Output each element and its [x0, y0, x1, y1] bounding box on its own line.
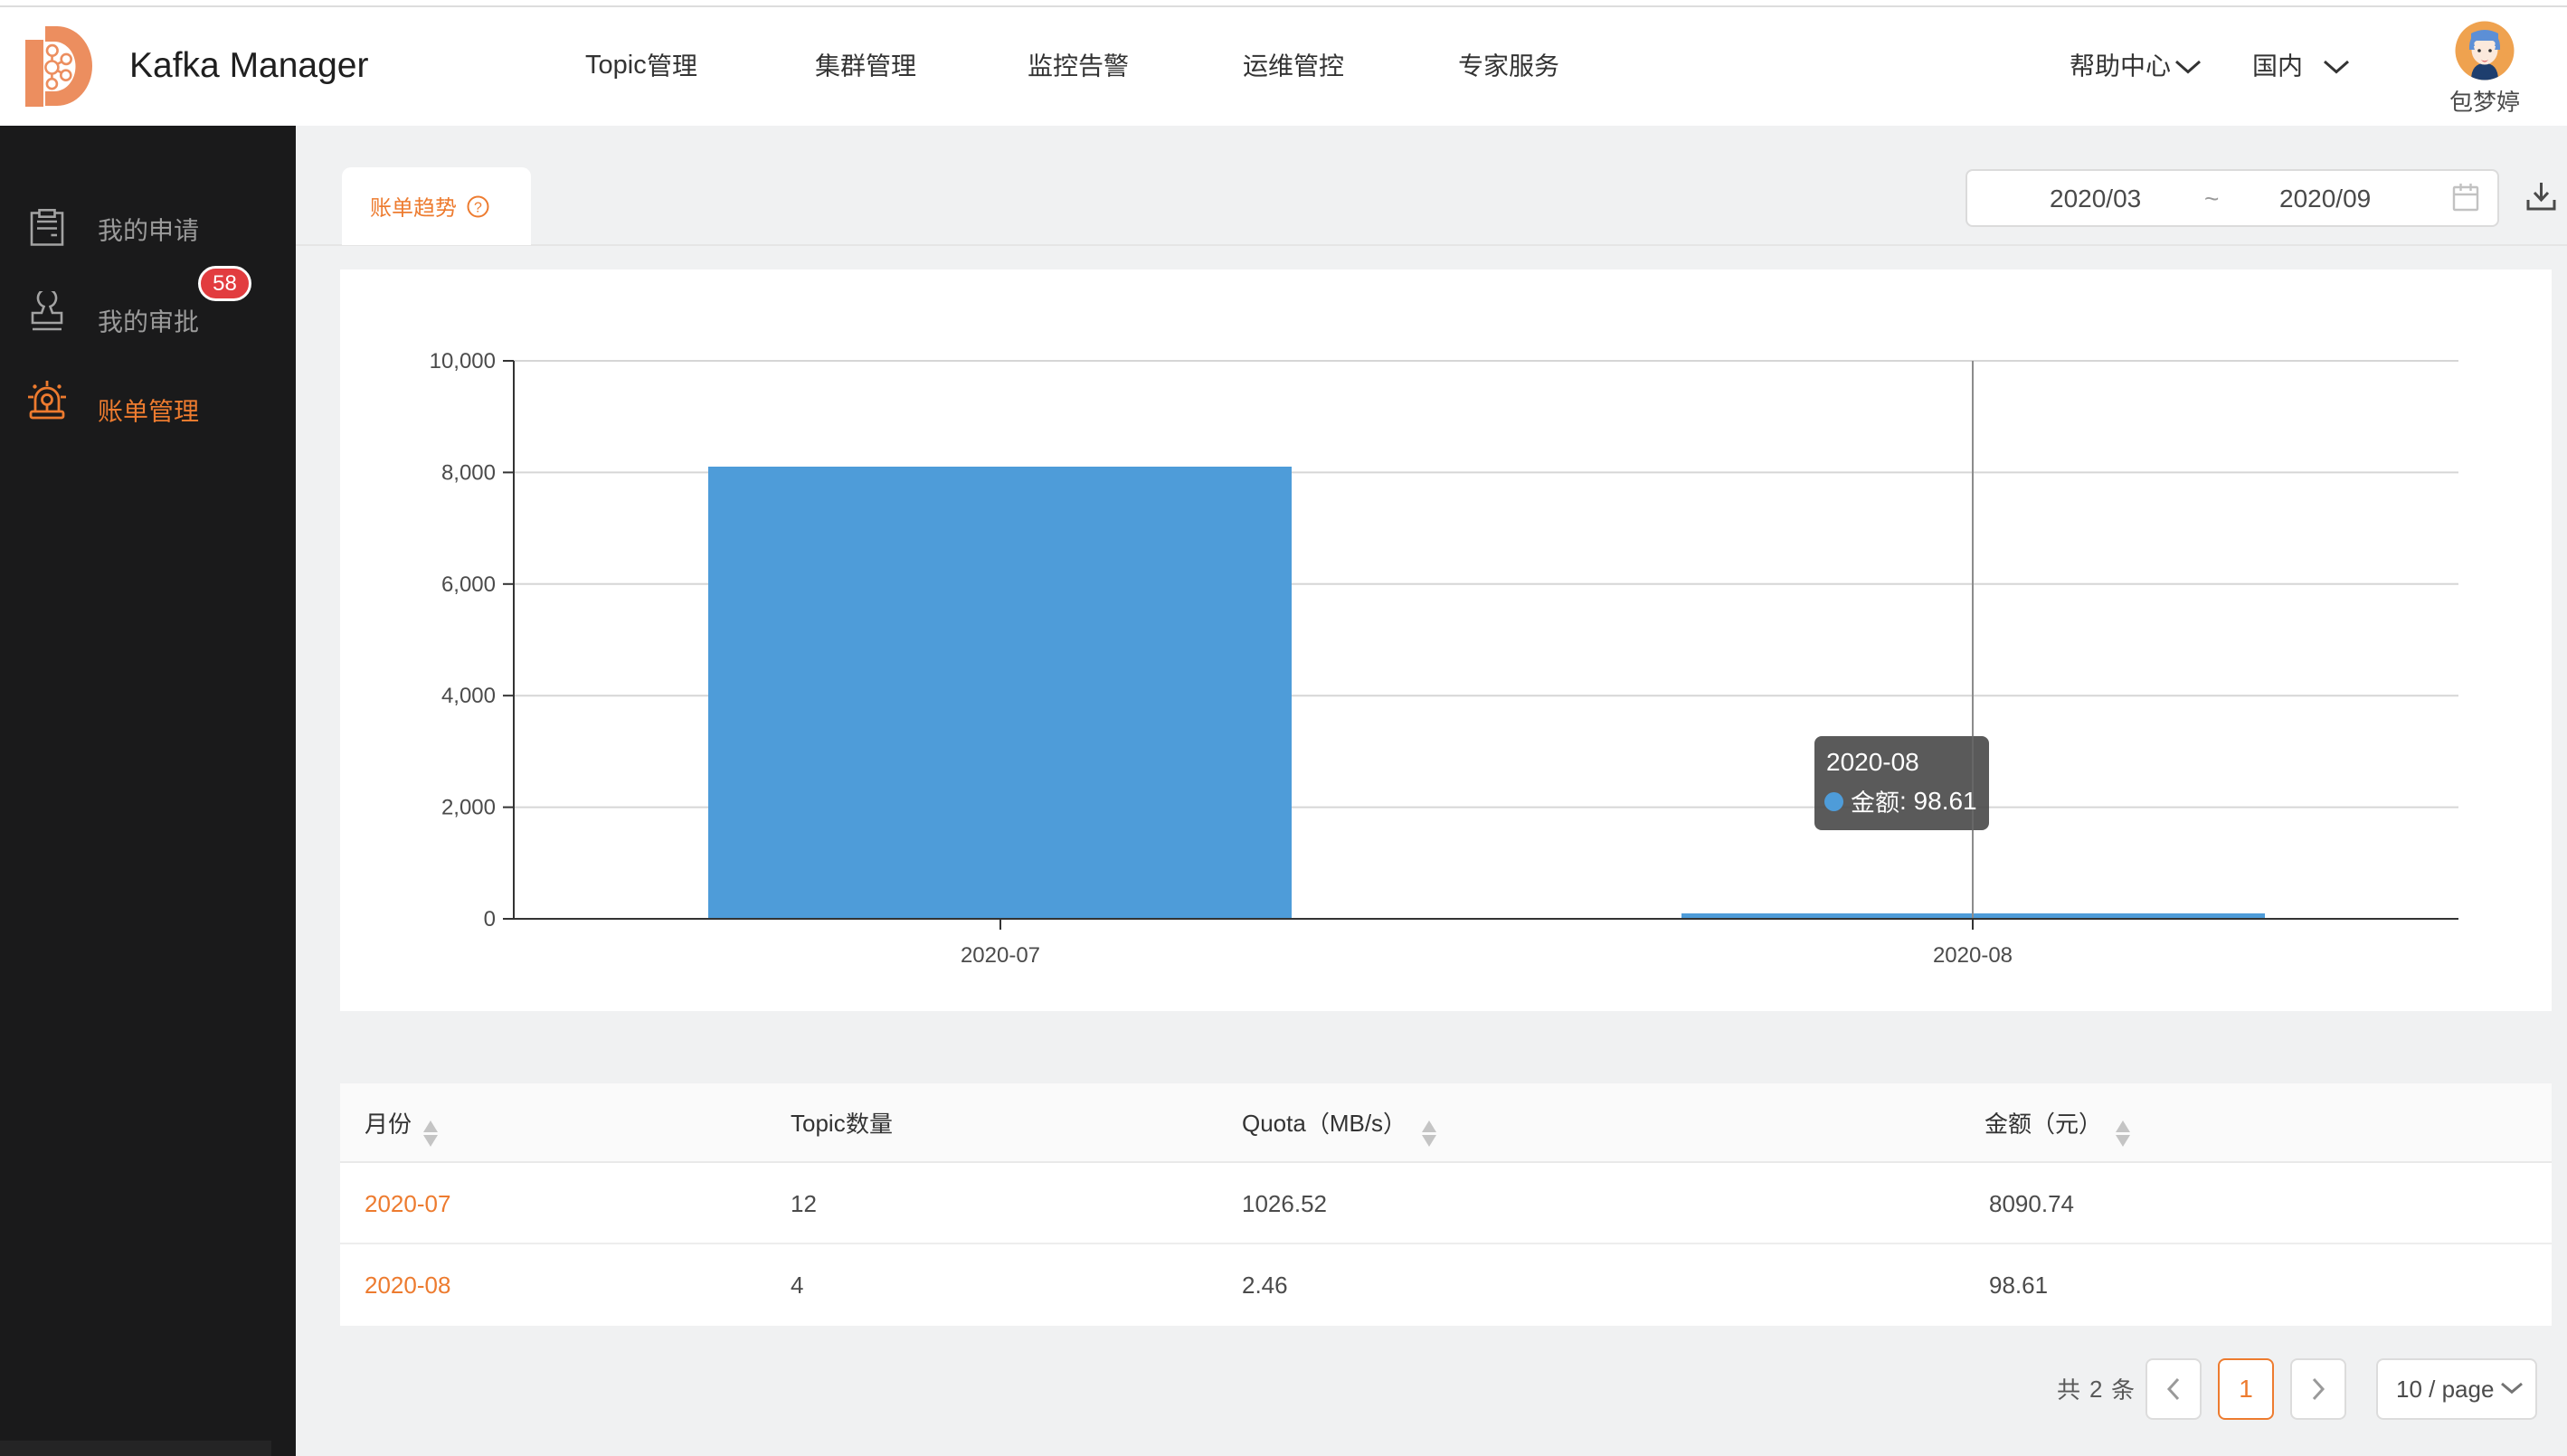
svg-text:2020-08: 2020-08	[1933, 943, 2013, 968]
svg-text:10,000: 10,000	[430, 349, 496, 373]
svg-text:4,000: 4,000	[441, 684, 496, 708]
svg-text:8,000: 8,000	[441, 460, 496, 485]
svg-text:6,000: 6,000	[441, 572, 496, 597]
svg-text:2,000: 2,000	[441, 796, 496, 820]
svg-text:?: ?	[474, 201, 482, 216]
svg-text:2020-07: 2020-07	[961, 943, 1040, 968]
svg-text:0: 0	[484, 907, 496, 931]
